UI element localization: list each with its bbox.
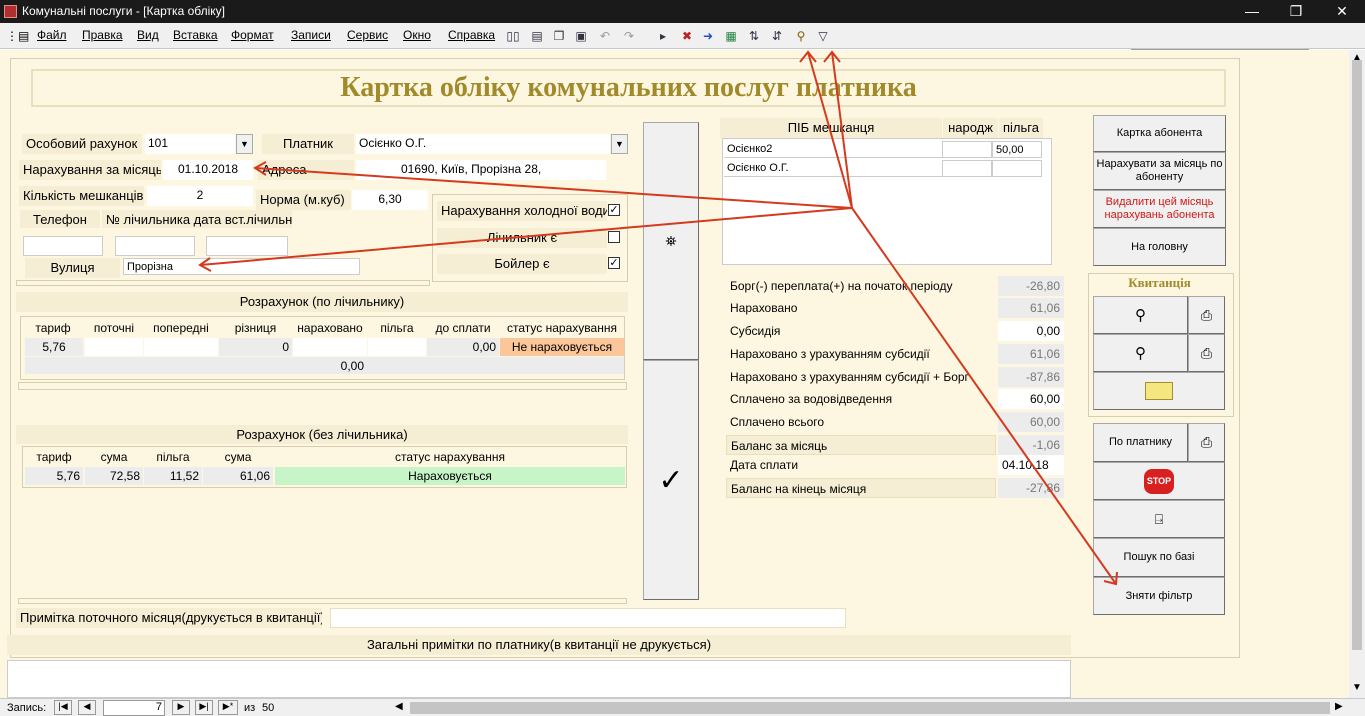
record-label: Запись:	[7, 702, 47, 714]
of-label: из	[244, 702, 256, 714]
excel-icon[interactable]: ▦	[722, 27, 740, 45]
filter-icon[interactable]: ▽	[814, 27, 832, 45]
restore-button[interactable]: ❐	[1273, 0, 1319, 23]
first-record-icon[interactable]: |◀	[54, 700, 72, 715]
menu-bar: ⋮▤ Файл Правка Вид Вставка Формат Записи…	[0, 23, 1365, 68]
menu-edit[interactable]: Правка	[82, 28, 123, 42]
delete-record-icon[interactable]: ✖	[678, 27, 696, 45]
copy-icon[interactable]: ❐	[550, 27, 568, 45]
sort-asc-icon[interactable]: ⇅	[745, 27, 763, 45]
menu-help[interactable]: Справка	[448, 28, 495, 42]
close-button[interactable]: ✕	[1319, 0, 1365, 23]
new-record-nav-icon[interactable]: ▶*	[218, 700, 238, 715]
next-record-icon[interactable]: ▶	[172, 700, 190, 715]
last-record-icon[interactable]: ▶|	[195, 700, 213, 715]
menu-file[interactable]: Файл	[37, 28, 67, 42]
sort-desc-icon[interactable]: ⇵	[768, 27, 786, 45]
record-number-input[interactable]: 7	[103, 700, 165, 716]
scroll-right-icon[interactable]: ▶	[1335, 701, 1343, 712]
menu-format[interactable]: Формат	[231, 28, 274, 42]
menu-window[interactable]: Окно	[403, 28, 431, 42]
scroll-down-icon[interactable]: ▼	[1352, 682, 1362, 693]
menu-view[interactable]: Вид	[137, 28, 159, 42]
form-area: Картка обліку комунальних послуг платник…	[0, 50, 1349, 698]
scroll-left-icon[interactable]: ◀	[395, 701, 403, 712]
undo-icon[interactable]: ↶	[596, 27, 614, 45]
new-record-icon[interactable]: ▸	[654, 27, 672, 45]
goto-icon[interactable]: ➜	[699, 27, 717, 45]
horizontal-scroll-thumb[interactable]	[410, 702, 1330, 714]
record-nav-bar: Запись: |◀ ◀ 7 ▶ ▶| ▶* из 50 ◀ ▶	[0, 698, 1365, 716]
total-records: 50	[262, 702, 275, 714]
menu-records[interactable]: Записи	[291, 28, 331, 42]
menu-grip-icon: ⋮▤	[6, 29, 30, 43]
menu-service[interactable]: Сервис	[347, 28, 388, 42]
paste-icon[interactable]: ▣	[572, 27, 590, 45]
print-preview-icon[interactable]: ▤	[528, 27, 546, 45]
title-bar: Комунальні послуги - [Картка обліку] — ❐…	[0, 0, 1365, 23]
redo-icon[interactable]: ↷	[620, 27, 638, 45]
filter-by-selection-icon[interactable]: ⚲	[792, 27, 810, 45]
minimize-button[interactable]: —	[1229, 0, 1275, 23]
prev-record-icon[interactable]: ◀	[78, 700, 96, 715]
menu-insert[interactable]: Вставка	[173, 28, 218, 42]
annotation-arrows	[198, 50, 1118, 586]
vertical-scrollbar[interactable]: ▲ ▼	[1349, 50, 1365, 698]
book-icon[interactable]: ▯▯	[504, 27, 522, 45]
window-title: Комунальні послуги - [Картка обліку]	[22, 4, 225, 18]
app-icon	[4, 5, 17, 18]
scroll-thumb[interactable]	[1352, 60, 1362, 650]
